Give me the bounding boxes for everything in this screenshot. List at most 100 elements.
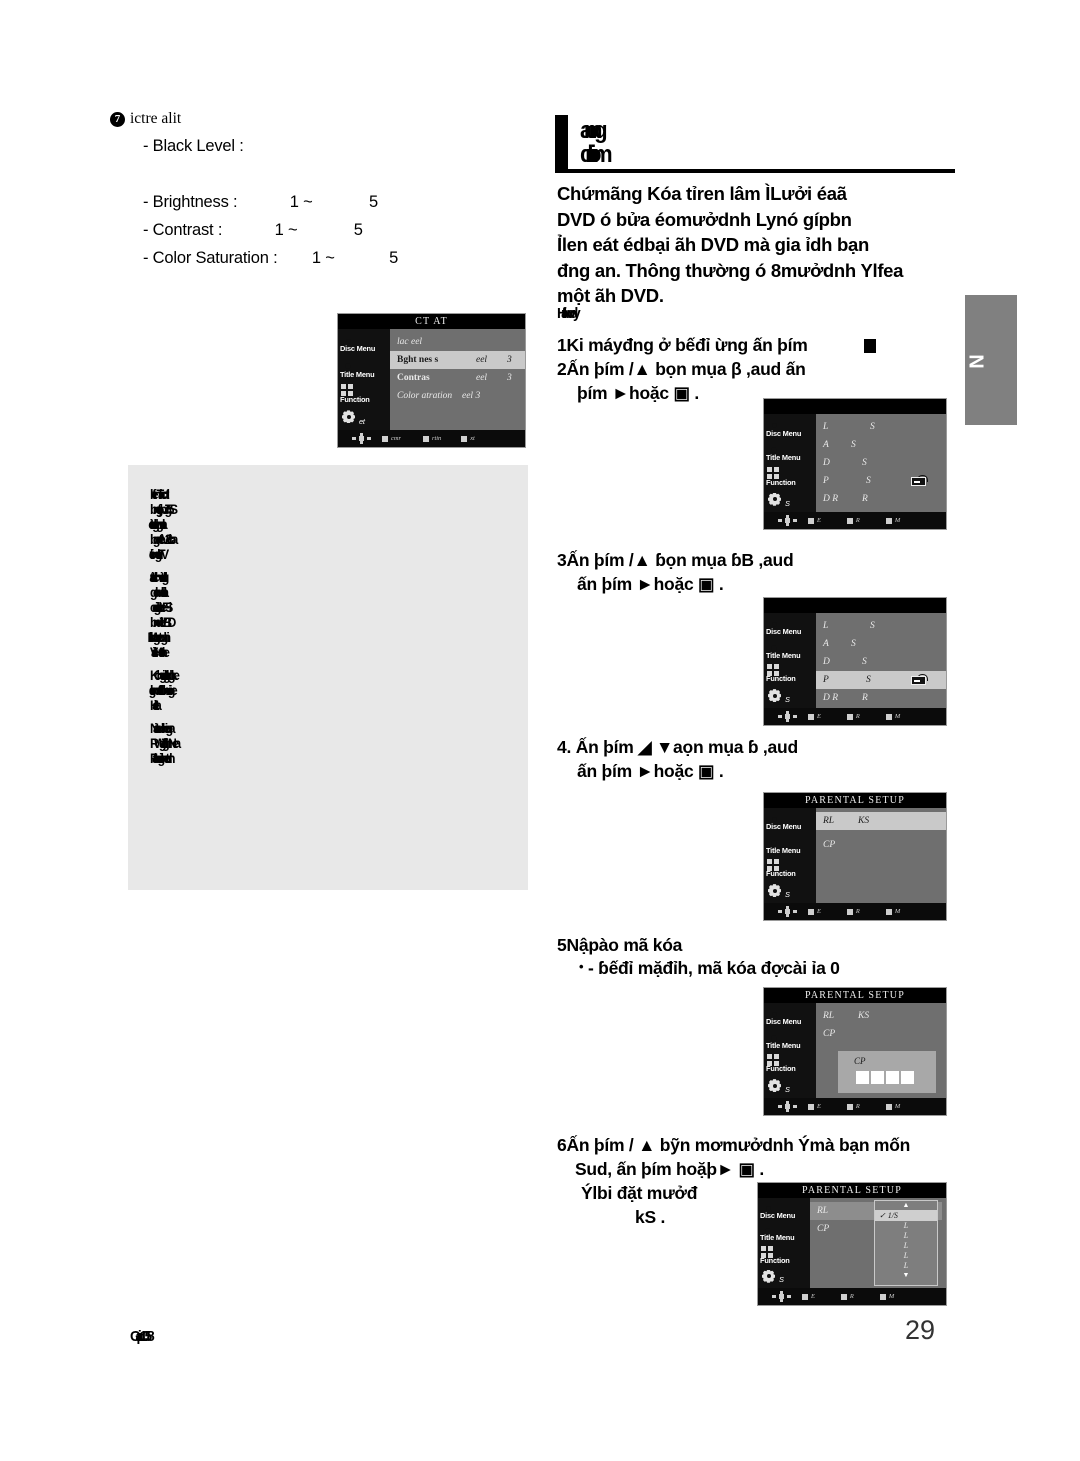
osd-row[interactable]: Bght nes s eel 3 bbox=[390, 351, 525, 369]
button-icon bbox=[864, 339, 877, 353]
password-boxes[interactable] bbox=[856, 1071, 914, 1084]
sidebar-item-label: Function bbox=[766, 477, 796, 487]
osd-row[interactable]: LS bbox=[816, 617, 946, 635]
password-box[interactable] bbox=[901, 1071, 914, 1084]
sidebar-item-title-menu[interactable]: Title Menu bbox=[764, 1027, 816, 1051]
osd-row-label: Bght nes s bbox=[397, 355, 439, 365]
dropdown-item-selected[interactable]: ✓ 1/S bbox=[875, 1210, 937, 1221]
sidebar-item-setup[interactable]: S bbox=[758, 1266, 810, 1289]
osd-footer-item[interactable]: R bbox=[846, 908, 860, 915]
osd-footer-item[interactable]: M bbox=[879, 1293, 894, 1300]
osd-row-selected[interactable]: RL KS bbox=[816, 812, 946, 830]
dropdown-item[interactable]: L bbox=[875, 1261, 937, 1271]
sidebar-item-title-menu[interactable]: Title Menu bbox=[764, 637, 816, 661]
scroll-up-arrow-icon[interactable]: ▲ bbox=[875, 1201, 937, 1210]
osd-footer-item[interactable]: M bbox=[885, 713, 901, 720]
sidebar-item-label: Title Menu bbox=[340, 369, 375, 379]
osd-footer-label: R bbox=[855, 908, 860, 915]
sidebar-item-setup[interactable]: S bbox=[764, 684, 816, 708]
osd-footer-item[interactable]: xt bbox=[461, 435, 475, 442]
osd-row[interactable]: DS bbox=[816, 653, 946, 671]
osd-footer-item[interactable]: rtin bbox=[422, 435, 441, 442]
osd-row[interactable]: DS bbox=[816, 454, 946, 472]
osd-footer-item[interactable]: cmr bbox=[382, 435, 401, 442]
sidebar-item-setup[interactable]: S bbox=[764, 1074, 816, 1098]
sidebar-item-function[interactable]: Function bbox=[338, 380, 390, 405]
osd-row-selected[interactable]: P S bbox=[816, 671, 946, 689]
password-box[interactable] bbox=[886, 1071, 899, 1084]
setting-range: 1 ~ bbox=[274, 221, 298, 239]
sidebar-item-title-menu[interactable]: Title Menu bbox=[758, 1221, 810, 1244]
sidebar-item-label: Function bbox=[340, 394, 370, 404]
osd-row-value: S bbox=[866, 476, 871, 486]
dropdown-item[interactable]: L bbox=[875, 1241, 937, 1251]
sidebar-item-function[interactable]: Function bbox=[764, 1051, 816, 1075]
osd-footer-item[interactable]: R bbox=[846, 517, 860, 524]
sidebar-item-function[interactable]: Function bbox=[764, 463, 816, 488]
scroll-down-arrow-icon[interactable]: ▼ bbox=[875, 1271, 937, 1280]
sidebar-item-title-menu[interactable]: Title Menu bbox=[764, 439, 816, 464]
osd-footer-item[interactable]: R bbox=[846, 713, 860, 720]
osd-row[interactable]: CP bbox=[816, 836, 946, 854]
osd-row[interactable]: Contras eel 3 bbox=[390, 369, 525, 387]
osd-footer-item[interactable]: E bbox=[808, 908, 821, 915]
osd-row[interactable]: P S bbox=[816, 472, 946, 490]
osd-footer-item[interactable]: R bbox=[840, 1293, 854, 1300]
osd-row-label: RL bbox=[823, 816, 835, 826]
osd-footer-item[interactable]: E bbox=[802, 1293, 815, 1300]
osd-footer-item[interactable]: E bbox=[808, 713, 821, 720]
osd-footer-label: M bbox=[894, 713, 901, 720]
password-box[interactable] bbox=[856, 1071, 869, 1084]
button-icon bbox=[885, 1103, 892, 1110]
osd-footer-item[interactable]: E bbox=[808, 517, 821, 524]
rating-level-dropdown[interactable]: ▲ ✓ 1/S L L L L L ▼ bbox=[874, 1200, 938, 1286]
osd-sidebar: Disc Menu Title Menu Function S bbox=[764, 1003, 816, 1098]
dropdown-item[interactable]: L bbox=[875, 1221, 937, 1231]
osd-row[interactable]: D RR bbox=[816, 490, 946, 508]
setting-label: - Contrast : bbox=[143, 221, 223, 239]
osd-footer-item[interactable]: M bbox=[885, 908, 900, 915]
osd-row[interactable]: D RR bbox=[816, 689, 946, 707]
sidebar-item-label: Disc Menu bbox=[760, 1210, 796, 1220]
sidebar-item-label: S bbox=[785, 1085, 790, 1094]
sidebar-item-title-menu[interactable]: Title Menu bbox=[764, 832, 816, 856]
sidebar-item-disc-menu[interactable]: Disc Menu bbox=[764, 414, 816, 439]
osd-footer-item[interactable]: M bbox=[885, 1103, 900, 1110]
osd-footer-item[interactable]: R bbox=[846, 1103, 860, 1110]
sidebar-item-function[interactable]: Function bbox=[764, 856, 816, 880]
osd-row[interactable]: RL KS bbox=[816, 1007, 946, 1025]
sidebar-item-function[interactable]: Function bbox=[758, 1243, 810, 1266]
step-text: Ấn þím / ▲ bỹn mơmưởdnh Ýmà bạn mốn bbox=[566, 1135, 911, 1155]
note-line: kfenTiacdt bbox=[150, 487, 169, 502]
sidebar-item-disc-menu[interactable]: Disc Menu bbox=[758, 1198, 810, 1221]
note-line: bndeIVBD bbox=[150, 615, 176, 630]
osd-footer-label: R bbox=[855, 517, 860, 524]
gear-icon bbox=[341, 409, 358, 425]
osd-row[interactable]: CP bbox=[816, 1025, 946, 1043]
sidebar-item-setup[interactable]: S bbox=[764, 488, 816, 513]
osd-row-level: 3 bbox=[507, 355, 512, 365]
osd-footer-item[interactable]: M bbox=[885, 517, 900, 524]
osd-footer-label: E bbox=[817, 908, 821, 915]
step-text: Sud, ấn þím hoặþ► ▣ . bbox=[575, 1159, 765, 1179]
sidebar-item-setup[interactable]: S bbox=[764, 879, 816, 903]
osd-row[interactable]: LS bbox=[816, 418, 946, 436]
osd-row[interactable]: AS bbox=[816, 436, 946, 454]
osd-row[interactable]: Color atration eel 3 bbox=[390, 387, 525, 405]
step-text: kS . bbox=[635, 1207, 666, 1227]
password-box[interactable] bbox=[871, 1071, 884, 1084]
section-title-line2: dniom bbox=[580, 141, 613, 168]
sidebar-item-function[interactable]: Function bbox=[764, 661, 816, 685]
osd-row[interactable]: AS bbox=[816, 635, 946, 653]
osd-row[interactable]: lac eel bbox=[390, 333, 525, 351]
dropdown-item[interactable]: L bbox=[875, 1231, 937, 1241]
sidebar-item-disc-menu[interactable]: Disc Menu bbox=[764, 1003, 816, 1027]
sidebar-item-title-menu[interactable]: Title Menu bbox=[338, 354, 390, 379]
sidebar-item-disc-menu[interactable]: Disc Menu bbox=[338, 329, 390, 354]
sidebar-item-setup[interactable]: et bbox=[338, 405, 390, 430]
osd-footer-item[interactable]: E bbox=[808, 1103, 821, 1110]
dropdown-item[interactable]: L bbox=[875, 1251, 937, 1261]
sidebar-item-disc-menu[interactable]: Disc Menu bbox=[764, 808, 816, 832]
osd-row-label: D R bbox=[823, 693, 839, 703]
sidebar-item-disc-menu[interactable]: Disc Menu bbox=[764, 613, 816, 637]
